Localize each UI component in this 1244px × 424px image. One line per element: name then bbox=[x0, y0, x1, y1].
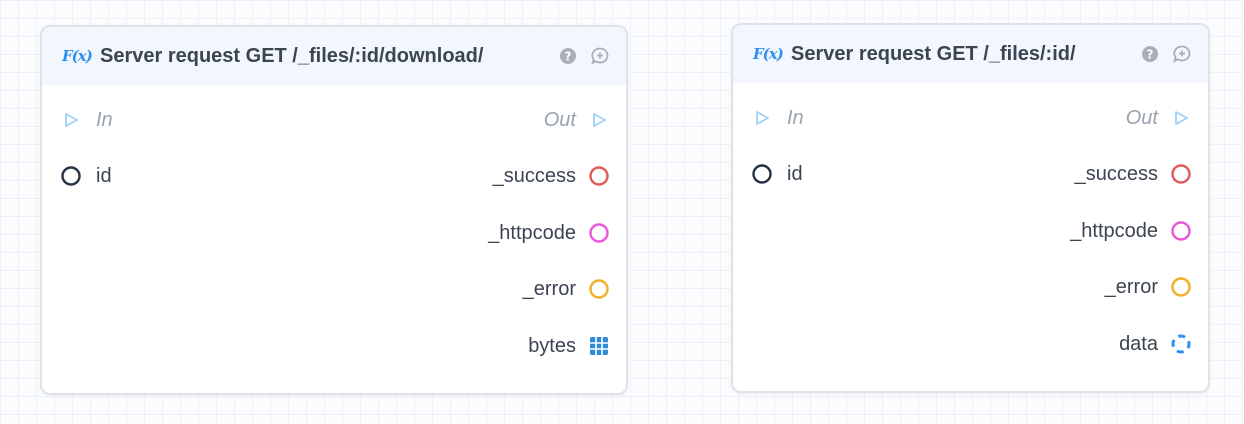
input-port-id[interactable]: id bbox=[60, 165, 112, 188]
output-port-success[interactable]: _success bbox=[493, 165, 610, 188]
output-port-error[interactable]: _error bbox=[1105, 276, 1192, 299]
node-header[interactable]: F(x) Server request GET /_files/:id/ ? bbox=[733, 25, 1208, 83]
function-icon: F(x) bbox=[62, 47, 93, 65]
circle-port-icon bbox=[751, 163, 773, 185]
port-row: id _success bbox=[42, 161, 626, 191]
node-title: Server request GET /_files/:id/download/ bbox=[100, 44, 484, 67]
exec-out-label: Out bbox=[543, 108, 576, 131]
circle-port-icon bbox=[588, 165, 610, 187]
exec-triangle-icon bbox=[60, 109, 82, 131]
function-icon: F(x) bbox=[753, 45, 784, 63]
port-row: id _success bbox=[733, 159, 1208, 189]
exec-triangle-icon bbox=[751, 107, 773, 129]
port-row: _httpcode bbox=[733, 216, 1208, 246]
exec-in-port[interactable]: In bbox=[751, 107, 804, 130]
input-port-label: id bbox=[787, 162, 803, 185]
output-port-label: _success bbox=[1074, 162, 1158, 185]
output-port-label: _httpcode bbox=[488, 221, 576, 244]
output-port-label: _success bbox=[492, 164, 576, 187]
circle-port-icon bbox=[588, 222, 610, 244]
output-port-data[interactable]: data bbox=[1119, 333, 1192, 356]
function-node-download[interactable]: F(x) Server request GET /_files/:id/down… bbox=[40, 25, 628, 395]
comment-add-icon[interactable] bbox=[590, 46, 610, 66]
node-title: Server request GET /_files/:id/ bbox=[791, 42, 1076, 65]
port-row: _httpcode bbox=[42, 218, 626, 248]
output-port-label: _error bbox=[522, 277, 576, 300]
output-port-success[interactable]: _success bbox=[1075, 163, 1192, 186]
help-icon[interactable]: ? bbox=[558, 46, 578, 66]
exec-row: In Out bbox=[42, 105, 626, 135]
output-port-bytes[interactable]: bytes bbox=[528, 335, 610, 358]
exec-out-port[interactable]: Out bbox=[544, 109, 610, 132]
exec-triangle-icon bbox=[1170, 107, 1192, 129]
circle-port-icon bbox=[1170, 220, 1192, 242]
input-port-id[interactable]: id bbox=[751, 163, 803, 186]
port-row: _error bbox=[42, 274, 626, 304]
output-port-httpcode[interactable]: _httpcode bbox=[488, 222, 610, 245]
grid-port-icon bbox=[588, 335, 610, 357]
circle-port-icon bbox=[1170, 276, 1192, 298]
help-icon[interactable]: ? bbox=[1140, 44, 1160, 64]
node-header[interactable]: F(x) Server request GET /_files/:id/down… bbox=[42, 27, 626, 85]
exec-triangle-icon bbox=[588, 109, 610, 131]
svg-text:?: ? bbox=[1147, 48, 1154, 62]
exec-row: In Out bbox=[733, 103, 1208, 133]
circle-port-icon bbox=[588, 278, 610, 300]
dashed-circle-port-icon bbox=[1170, 333, 1192, 355]
comment-add-icon[interactable] bbox=[1172, 44, 1192, 64]
circle-port-icon bbox=[60, 165, 82, 187]
output-port-label: data bbox=[1119, 332, 1158, 355]
output-port-label: _error bbox=[1104, 275, 1158, 298]
input-port-label: id bbox=[96, 164, 112, 187]
function-node-get[interactable]: F(x) Server request GET /_files/:id/ ? I… bbox=[731, 23, 1210, 393]
exec-out-port[interactable]: Out bbox=[1126, 107, 1192, 130]
exec-out-label: Out bbox=[1125, 106, 1158, 129]
port-row: data bbox=[733, 329, 1208, 359]
exec-in-port[interactable]: In bbox=[60, 109, 113, 132]
port-row: _error bbox=[733, 272, 1208, 302]
exec-in-label: In bbox=[787, 106, 804, 129]
output-port-label: bytes bbox=[528, 334, 576, 357]
svg-text:?: ? bbox=[565, 50, 572, 64]
circle-port-icon bbox=[1170, 163, 1192, 185]
output-port-label: _httpcode bbox=[1070, 219, 1158, 242]
exec-in-label: In bbox=[96, 108, 113, 131]
output-port-httpcode[interactable]: _httpcode bbox=[1070, 220, 1192, 243]
port-row: bytes bbox=[42, 331, 626, 361]
output-port-error[interactable]: _error bbox=[523, 278, 610, 301]
